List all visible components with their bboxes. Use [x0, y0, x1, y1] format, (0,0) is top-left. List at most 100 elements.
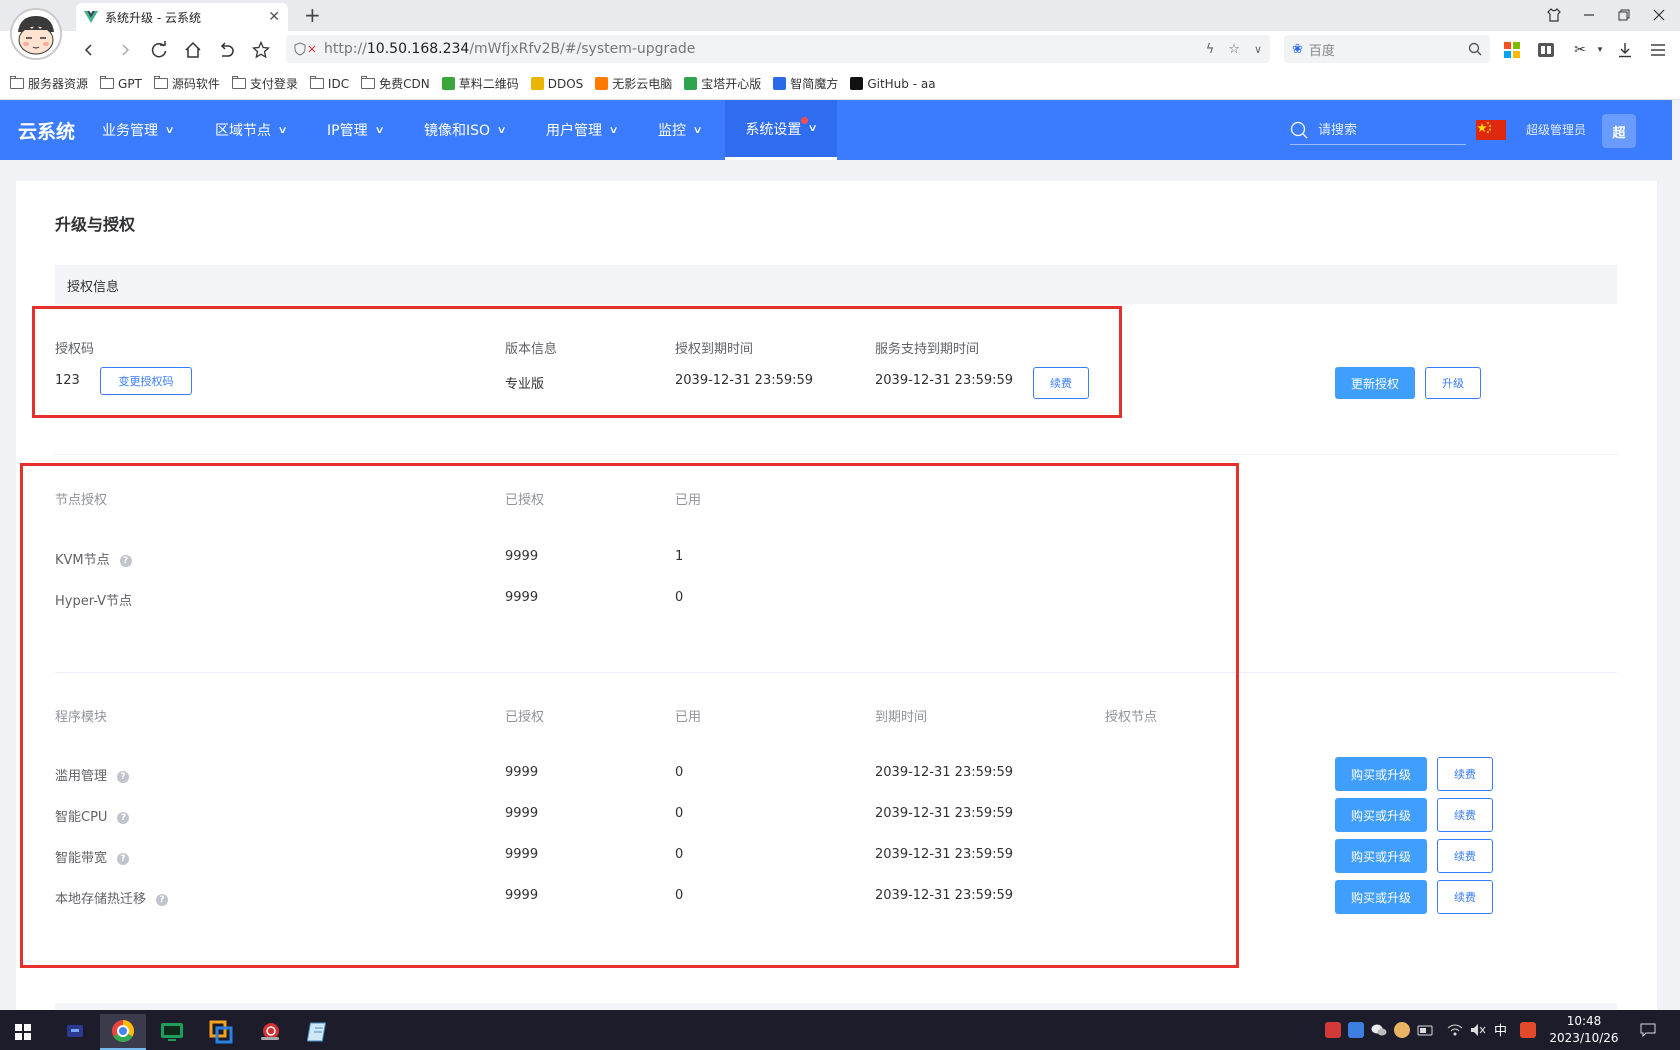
browser-search-box[interactable]: ❀ 百度	[1284, 35, 1490, 63]
bookmark-item[interactable]: 服务器资源	[10, 75, 88, 92]
renew-module-button[interactable]: 续费	[1437, 757, 1493, 791]
back-icon[interactable]	[76, 37, 102, 63]
bookmark-star-icon[interactable]	[248, 37, 274, 63]
renew-module-button[interactable]: 续费	[1437, 798, 1493, 832]
bookmark-item[interactable]: 无影云电脑	[595, 75, 672, 92]
apps-grid-icon[interactable]	[1502, 40, 1522, 60]
taskbar-app-icon[interactable]	[52, 1014, 98, 1050]
bookmark-item[interactable]: 宝塔开心版	[684, 75, 761, 92]
new-tab-icon[interactable]: +	[304, 3, 321, 27]
wifi-icon[interactable]	[1447, 1022, 1463, 1038]
help-icon[interactable]: ?	[119, 555, 132, 567]
module-expire: 2039-12-31 23:59:59	[875, 847, 1014, 862]
search-icon[interactable]	[1290, 121, 1308, 139]
skin-icon[interactable]	[1542, 4, 1566, 26]
buy-or-upgrade-button[interactable]: 购买或升级	[1335, 880, 1427, 914]
help-icon[interactable]: ?	[117, 853, 130, 865]
node-name: Hyper-V节点	[55, 594, 133, 609]
module-expire: 2039-12-31 23:59:59	[875, 806, 1014, 821]
notification-icon[interactable]	[1640, 1022, 1656, 1038]
tray-wechat-icon[interactable]	[1371, 1022, 1387, 1038]
renew-module-button[interactable]: 续费	[1437, 880, 1493, 914]
header-search-input[interactable]	[1316, 121, 1450, 139]
tray-cat-icon[interactable]	[1394, 1022, 1410, 1038]
module-used: 0	[675, 806, 684, 821]
reader-icon[interactable]	[1536, 40, 1556, 60]
volume-muted-icon[interactable]	[1470, 1022, 1486, 1038]
bookmark-item[interactable]: GitHub - aa	[850, 77, 936, 91]
download-icon[interactable]	[1615, 40, 1635, 60]
renew-module-button[interactable]: 续费	[1437, 839, 1493, 873]
menu-icon[interactable]	[1648, 40, 1668, 60]
nav-menu-item[interactable]: 用户管理 ∨	[546, 100, 619, 160]
bookmark-item[interactable]: 智简魔方	[773, 75, 838, 92]
node-table-header: 节点授权	[55, 493, 108, 508]
remote-desktop-taskbar-icon[interactable]	[149, 1014, 195, 1050]
buy-or-upgrade-button[interactable]: 购买或升级	[1335, 798, 1427, 832]
module-expire: 2039-12-31 23:59:59	[875, 765, 1014, 780]
close-window-icon[interactable]	[1647, 4, 1671, 26]
vmware-taskbar-icon[interactable]	[198, 1014, 244, 1050]
nav-menu-item[interactable]: IP管理 ∨	[327, 100, 384, 160]
browser-taskbar-icon[interactable]	[100, 1014, 146, 1050]
address-bar[interactable]: http://10.50.168.234/mWfjxRfv2B/#/system…	[286, 35, 1270, 63]
nav-menu-item[interactable]: 业务管理 ∨	[102, 100, 175, 160]
system-clock[interactable]: 10:48 2023/10/26	[1544, 1013, 1624, 1047]
home-icon[interactable]	[180, 37, 206, 63]
lightning-icon[interactable]: ϟ	[1206, 42, 1215, 57]
close-tab-icon[interactable]: ✕	[268, 9, 280, 25]
browser-tab[interactable]: 系统升级 - 云系统 ✕	[76, 3, 288, 31]
bookmark-label: 宝塔开心版	[701, 77, 762, 91]
nav-menu-item[interactable]: 系统设置 ∨	[725, 100, 837, 160]
upgrade-button[interactable]: 升级	[1425, 367, 1481, 399]
nav-menu-item[interactable]: 监控 ∨	[658, 100, 703, 160]
help-icon[interactable]: ?	[156, 894, 169, 906]
admin-avatar[interactable]: 超	[1602, 114, 1636, 148]
bookmark-item[interactable]: DDOS	[530, 77, 583, 91]
nav-menu-item[interactable]: 镜像和ISO ∨	[424, 100, 507, 160]
help-icon[interactable]: ?	[117, 771, 130, 783]
update-auth-button[interactable]: 更新授权	[1335, 367, 1415, 399]
github-icon	[850, 77, 864, 90]
windows-start-icon[interactable]	[0, 1014, 46, 1050]
bookmark-item[interactable]: 源码软件	[153, 75, 220, 92]
china-flag-icon[interactable]	[1476, 120, 1506, 140]
ime-indicator[interactable]: 中	[1494, 1020, 1510, 1039]
bookmark-item[interactable]: 免费CDN	[361, 75, 430, 92]
module-table-header: 已用	[675, 710, 702, 725]
tray-device-icon[interactable]	[1417, 1022, 1433, 1038]
buy-or-upgrade-button[interactable]: 购买或升级	[1335, 757, 1427, 791]
tray-feishu-icon[interactable]	[1348, 1022, 1364, 1038]
app-logo[interactable]: 云系统	[18, 117, 75, 144]
admin-username[interactable]: 超级管理员	[1526, 121, 1586, 138]
browser-user-avatar[interactable]	[10, 8, 62, 60]
module-name: 智能CPU	[55, 810, 108, 825]
snail-app-taskbar-icon[interactable]	[247, 1014, 293, 1050]
bookmark-item[interactable]: 草料二维码	[441, 75, 519, 92]
change-auth-code-button[interactable]: 变更授权码	[100, 367, 192, 395]
bookmark-item[interactable]: GPT	[100, 76, 142, 91]
forward-icon[interactable]	[112, 37, 138, 63]
restore-icon[interactable]	[1612, 4, 1636, 26]
chevron-down-small-icon[interactable]: ▾	[1590, 40, 1610, 60]
undo-close-icon[interactable]	[213, 37, 239, 63]
chevron-down-icon: ∨	[807, 123, 819, 134]
bookmark-item[interactable]: 支付登录	[231, 75, 298, 92]
search-icon[interactable]	[1468, 42, 1482, 56]
search-engine-placeholder: 百度	[1308, 43, 1335, 59]
help-icon[interactable]: ?	[117, 812, 130, 824]
tray-app-icon[interactable]	[1325, 1022, 1341, 1038]
minimize-icon[interactable]	[1577, 4, 1601, 26]
reload-icon[interactable]	[146, 37, 172, 63]
bookmark-item[interactable]: IDC	[309, 76, 349, 91]
nav-menu-label: 用户管理	[546, 123, 602, 139]
chevron-down-icon[interactable]: ∨	[1254, 43, 1262, 56]
notepad-taskbar-icon[interactable]	[296, 1014, 342, 1050]
nav-menu-item[interactable]: 区域节点 ∨	[215, 100, 288, 160]
renew-support-button[interactable]: 续费	[1033, 367, 1089, 399]
screenshot-scissors-icon[interactable]: ✂	[1570, 40, 1590, 60]
favorite-icon[interactable]: ☆	[1228, 42, 1240, 57]
sogou-ime-icon[interactable]	[1520, 1022, 1536, 1038]
header-search[interactable]	[1290, 116, 1466, 145]
buy-or-upgrade-button[interactable]: 购买或升级	[1335, 839, 1427, 873]
